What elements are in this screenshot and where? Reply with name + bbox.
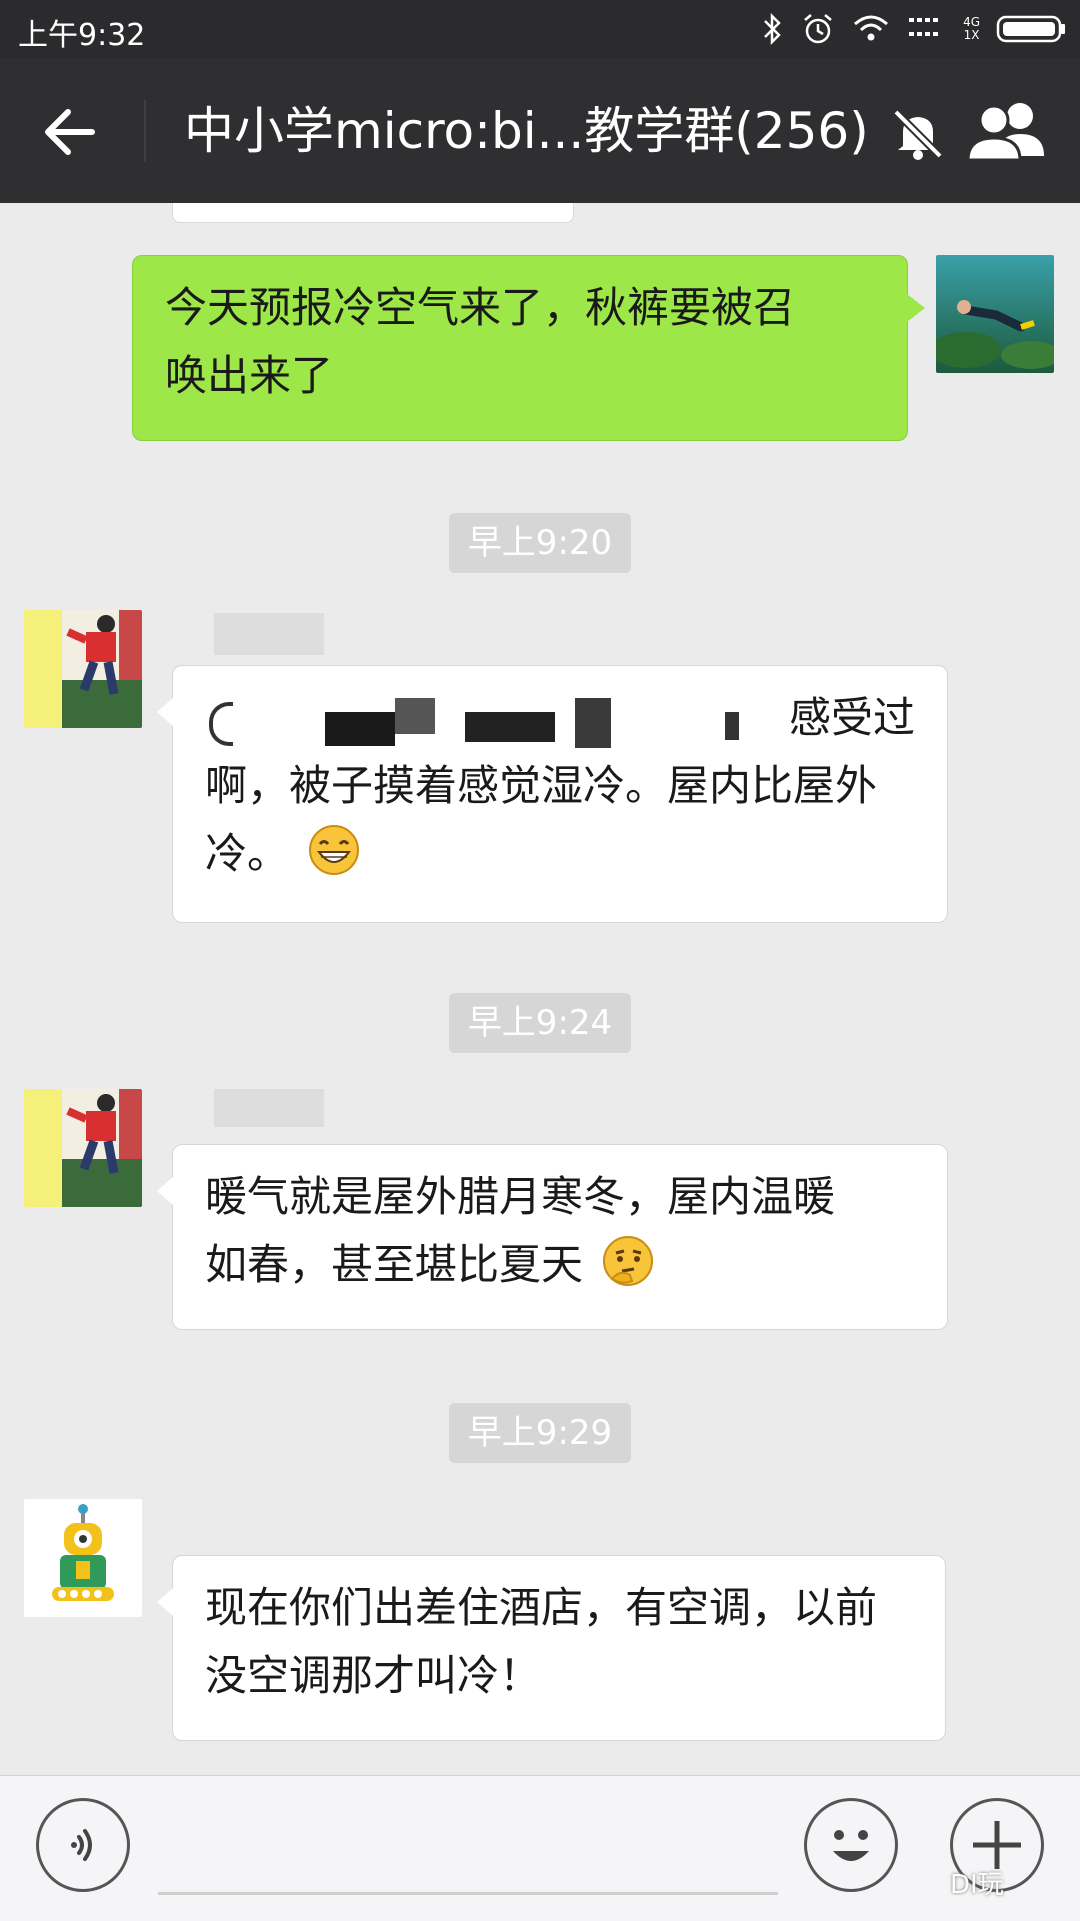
message-text: 啊，被子摸着感觉湿冷。屋内比屋外 bbox=[205, 761, 878, 810]
incoming-message-bubble[interactable]: 感受过 啊，被子摸着感觉湿冷。屋内比屋外 冷。 bbox=[157, 665, 948, 923]
message-text-line: 如春，甚至堪比夏天 bbox=[205, 1231, 915, 1299]
voice-icon bbox=[71, 1829, 92, 1861]
message-text: 暖气就是屋外腊月寒冬，屋内温暖 bbox=[205, 1172, 836, 1221]
chat-header: 中小学micro:bi...教学群(256) bbox=[0, 58, 1080, 203]
back-arrow-icon bbox=[45, 109, 95, 155]
message-text: 现在你们出差住酒店，有空调，以前 bbox=[205, 1583, 878, 1632]
group-members-button[interactable] bbox=[962, 96, 1054, 168]
status-time: 上午9:32 bbox=[18, 18, 146, 53]
alarm-icon bbox=[804, 14, 832, 44]
avatar[interactable] bbox=[936, 255, 1054, 373]
voice-button[interactable] bbox=[36, 1798, 130, 1892]
group-members-icon bbox=[966, 103, 1044, 162]
signal-icon bbox=[909, 18, 939, 36]
swimmer-photo bbox=[936, 255, 1054, 373]
battery-icon bbox=[996, 15, 1065, 43]
chat-title: 中小学micro:bi...教学群(256) bbox=[184, 102, 869, 160]
message-text: 冷。 bbox=[205, 829, 290, 878]
sender-name-redacted bbox=[214, 1089, 324, 1127]
robot-logo bbox=[24, 1499, 142, 1617]
back-button[interactable] bbox=[30, 96, 114, 168]
thinking-emoji bbox=[603, 1236, 654, 1286]
mute-bell-icon bbox=[893, 109, 943, 160]
avatar[interactable] bbox=[24, 610, 142, 728]
watermark: DI玩 bbox=[950, 1870, 1004, 1900]
sender-name-redacted bbox=[214, 613, 324, 655]
wifi-icon bbox=[854, 15, 889, 41]
message-text: 今天预报冷空气来了，秋裤要被召 bbox=[165, 283, 796, 332]
avatar[interactable] bbox=[24, 1089, 142, 1207]
timestamp: 早上9:20 bbox=[449, 513, 631, 573]
status-bar: 上午9:32 4G 1X bbox=[0, 0, 1080, 58]
grin-emoji bbox=[309, 825, 360, 875]
network-type: 4G 1X bbox=[963, 15, 980, 42]
header-divider bbox=[144, 100, 146, 162]
avatar[interactable] bbox=[24, 1499, 142, 1617]
incoming-message-bubble[interactable]: 现在你们出差住酒店，有空调，以前 没空调那才叫冷！ bbox=[157, 1555, 946, 1741]
message-text-line: 感受过 bbox=[205, 684, 915, 752]
chat-messages[interactable]: 今天预报冷空气来了，秋裤要被召 唤出来了 早上9:20 感受过 啊，被子摸着感觉… bbox=[0, 203, 1080, 1775]
timestamp: 早上9:24 bbox=[449, 993, 631, 1053]
previous-message-bubble[interactable] bbox=[172, 203, 574, 223]
message-text-line: 冷。 bbox=[205, 820, 915, 888]
mute-indicator bbox=[888, 104, 948, 164]
message-text: 感受过 bbox=[788, 693, 915, 742]
timestamp: 早上9:29 bbox=[449, 1403, 631, 1463]
incoming-message-bubble[interactable]: 暖气就是屋外腊月寒冬，屋内温暖 如春，甚至堪比夏天 bbox=[157, 1144, 948, 1330]
message-text: 没空调那才叫冷！ bbox=[205, 1651, 542, 1700]
emoji-icon bbox=[833, 1830, 869, 1861]
redacted-text bbox=[205, 698, 745, 748]
outgoing-message-bubble[interactable]: 今天预报冷空气来了，秋裤要被召 唤出来了 bbox=[132, 255, 925, 441]
message-input-bar: DI玩 bbox=[0, 1775, 1080, 1921]
child-climbing-photo bbox=[24, 610, 142, 728]
emoji-button[interactable] bbox=[804, 1798, 898, 1892]
status-icons: 4G 1X bbox=[761, 8, 1068, 50]
message-text: 唤出来了 bbox=[165, 351, 334, 400]
child-climbing-photo bbox=[24, 1089, 142, 1207]
bluetooth-icon bbox=[764, 12, 781, 46]
message-text: 如春，甚至堪比夏天 bbox=[205, 1240, 584, 1289]
message-input[interactable] bbox=[158, 1892, 778, 1895]
